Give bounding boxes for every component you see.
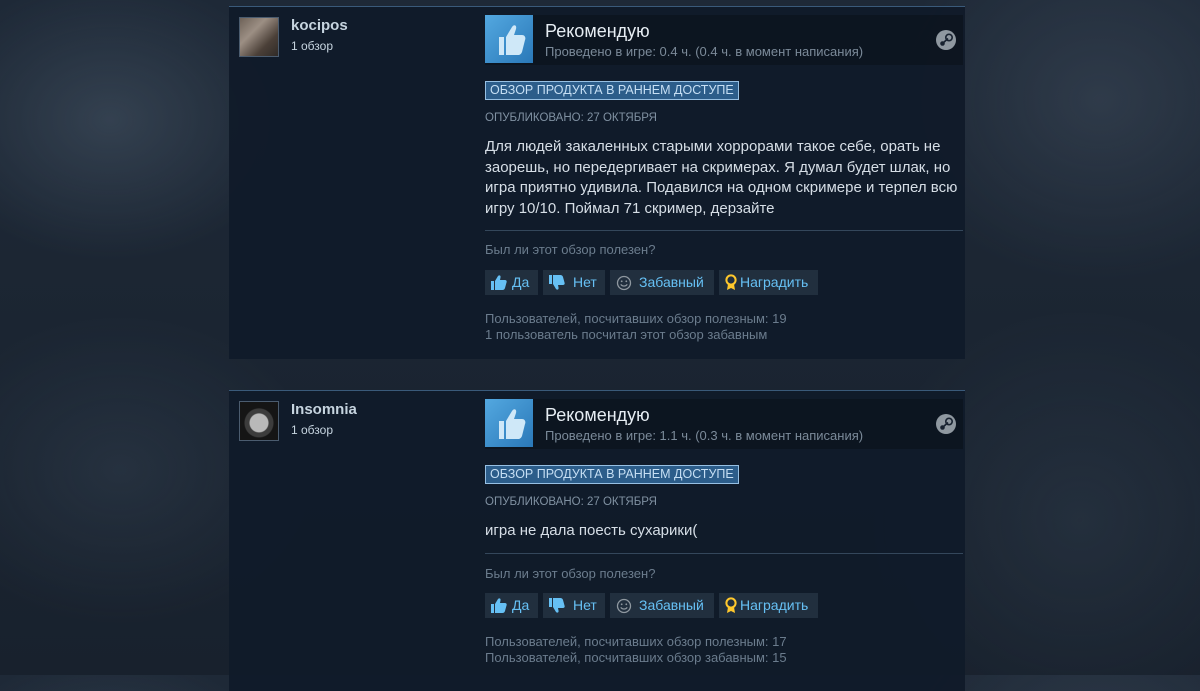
thumbs-up-icon [485, 15, 533, 63]
stat-helpful: Пользователей, посчитавших обзор полезны… [485, 634, 787, 649]
review-text: Для людей закаленных старыми хоррорами т… [485, 138, 958, 217]
thumbs-up-icon [491, 598, 507, 613]
thumbs-up-icon [491, 275, 507, 290]
smiley-icon [616, 275, 632, 291]
posted-date: ОПУБЛИКОВАНО: 27 ОКТЯБРЯ [485, 112, 657, 124]
playtime: Проведено в игре: 0.4 ч. (0.4 ч. в момен… [545, 44, 864, 59]
avatar[interactable] [239, 401, 279, 441]
award-label: Наградить [740, 597, 809, 613]
vote-funny-label: Забавный [639, 274, 704, 290]
smiley-icon [616, 598, 632, 614]
vote-funny-button[interactable]: Забавный [610, 270, 714, 295]
author-name[interactable]: Insomnia [291, 401, 357, 418]
divider [485, 553, 963, 554]
review-verdict: Рекомендую [545, 405, 650, 425]
vote-header[interactable]: Рекомендую Проведено в игре: 0.4 ч. (0.4… [485, 15, 963, 65]
review-card: Insomnia 1 обзор Рекомендую Проведено в … [229, 390, 965, 691]
award-button[interactable]: Наградить [719, 593, 818, 618]
posted-date: ОПУБЛИКОВАНО: 27 ОКТЯБРЯ [485, 496, 657, 508]
playtime: Проведено в игре: 1.1 ч. (0.3 ч. в момен… [545, 428, 864, 443]
early-access-badge: ОБЗОР ПРОДУКТА В РАННЕМ ДОСТУПЕ [485, 81, 739, 100]
vote-funny-button[interactable]: Забавный [610, 593, 714, 618]
vote-no-label: Нет [573, 274, 597, 290]
vote-no-label: Нет [573, 597, 597, 613]
review-card: kocipos 1 обзор Рекомендую Проведено в и… [229, 6, 965, 359]
thumbs-down-icon [549, 598, 565, 613]
award-ribbon-icon [725, 274, 737, 290]
vote-no-button[interactable]: Нет [543, 593, 605, 618]
award-ribbon-icon [725, 597, 737, 613]
review-stats: Пользователей, посчитавших обзор полезны… [485, 634, 787, 666]
divider [485, 230, 963, 231]
stat-funny: Пользователей, посчитавших обзор забавны… [485, 650, 787, 665]
stat-helpful: Пользователей, посчитавших обзор полезны… [485, 311, 787, 326]
thumbs-down-icon [549, 275, 565, 290]
vote-yes-label: Да [512, 597, 530, 613]
thumbs-up-icon [485, 399, 533, 447]
early-access-badge: ОБЗОР ПРОДУКТА В РАННЕМ ДОСТУПЕ [485, 465, 739, 484]
vote-yes-button[interactable]: Да [485, 593, 538, 618]
review-verdict: Рекомендую [545, 21, 650, 41]
steam-icon [936, 414, 956, 434]
vote-funny-label: Забавный [639, 597, 704, 613]
helpful-question: Был ли этот обзор полезен? [485, 566, 656, 581]
vote-yes-button[interactable]: Да [485, 270, 538, 295]
review-stats: Пользователей, посчитавших обзор полезны… [485, 311, 787, 343]
vote-header[interactable]: Рекомендую Проведено в игре: 1.1 ч. (0.3… [485, 399, 963, 449]
review-text: игра не дала поесть сухарики( [485, 522, 698, 539]
award-button[interactable]: Наградить [719, 270, 818, 295]
stat-funny: 1 пользователь посчитал этот обзор забав… [485, 327, 768, 342]
steam-icon [936, 30, 956, 50]
award-label: Наградить [740, 274, 809, 290]
author-reviews-count[interactable]: 1 обзор [291, 423, 333, 437]
avatar[interactable] [239, 17, 279, 57]
vote-yes-label: Да [512, 274, 530, 290]
author-name[interactable]: kocipos [291, 17, 348, 34]
helpful-question: Был ли этот обзор полезен? [485, 242, 656, 257]
vote-no-button[interactable]: Нет [543, 270, 605, 295]
author-reviews-count[interactable]: 1 обзор [291, 39, 333, 53]
